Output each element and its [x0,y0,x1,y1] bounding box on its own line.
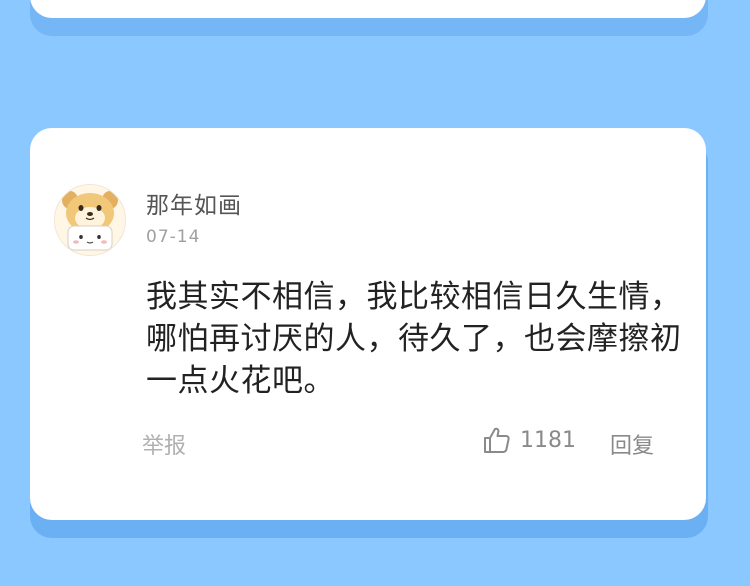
username[interactable]: 那年如画 [146,186,242,220]
comment-date: 07-14 [146,227,201,247]
avatar[interactable] [54,184,126,256]
reply-button[interactable]: 回复 [610,428,654,460]
comment-card: 那年如画 07-14 我其实不相信，我比较相信日久生情，哪怕再讨厌的人，待久了，… [30,128,706,520]
previous-comment-card [30,0,706,18]
like-button[interactable]: 1181 [482,426,576,454]
thumbs-up-icon [484,427,510,453]
report-button[interactable]: 举报 [142,428,186,460]
like-count: 1181 [520,427,576,453]
comment-feed: 那年如画 07-14 我其实不相信，我比较相信日久生情，哪怕再讨厌的人，待久了，… [0,0,750,586]
comment-text: 我其实不相信，我比较相信日久生情，哪怕再讨厌的人，待久了，也会摩擦初一点火花吧。 [146,279,682,399]
dog-avatar-icon [55,185,125,255]
